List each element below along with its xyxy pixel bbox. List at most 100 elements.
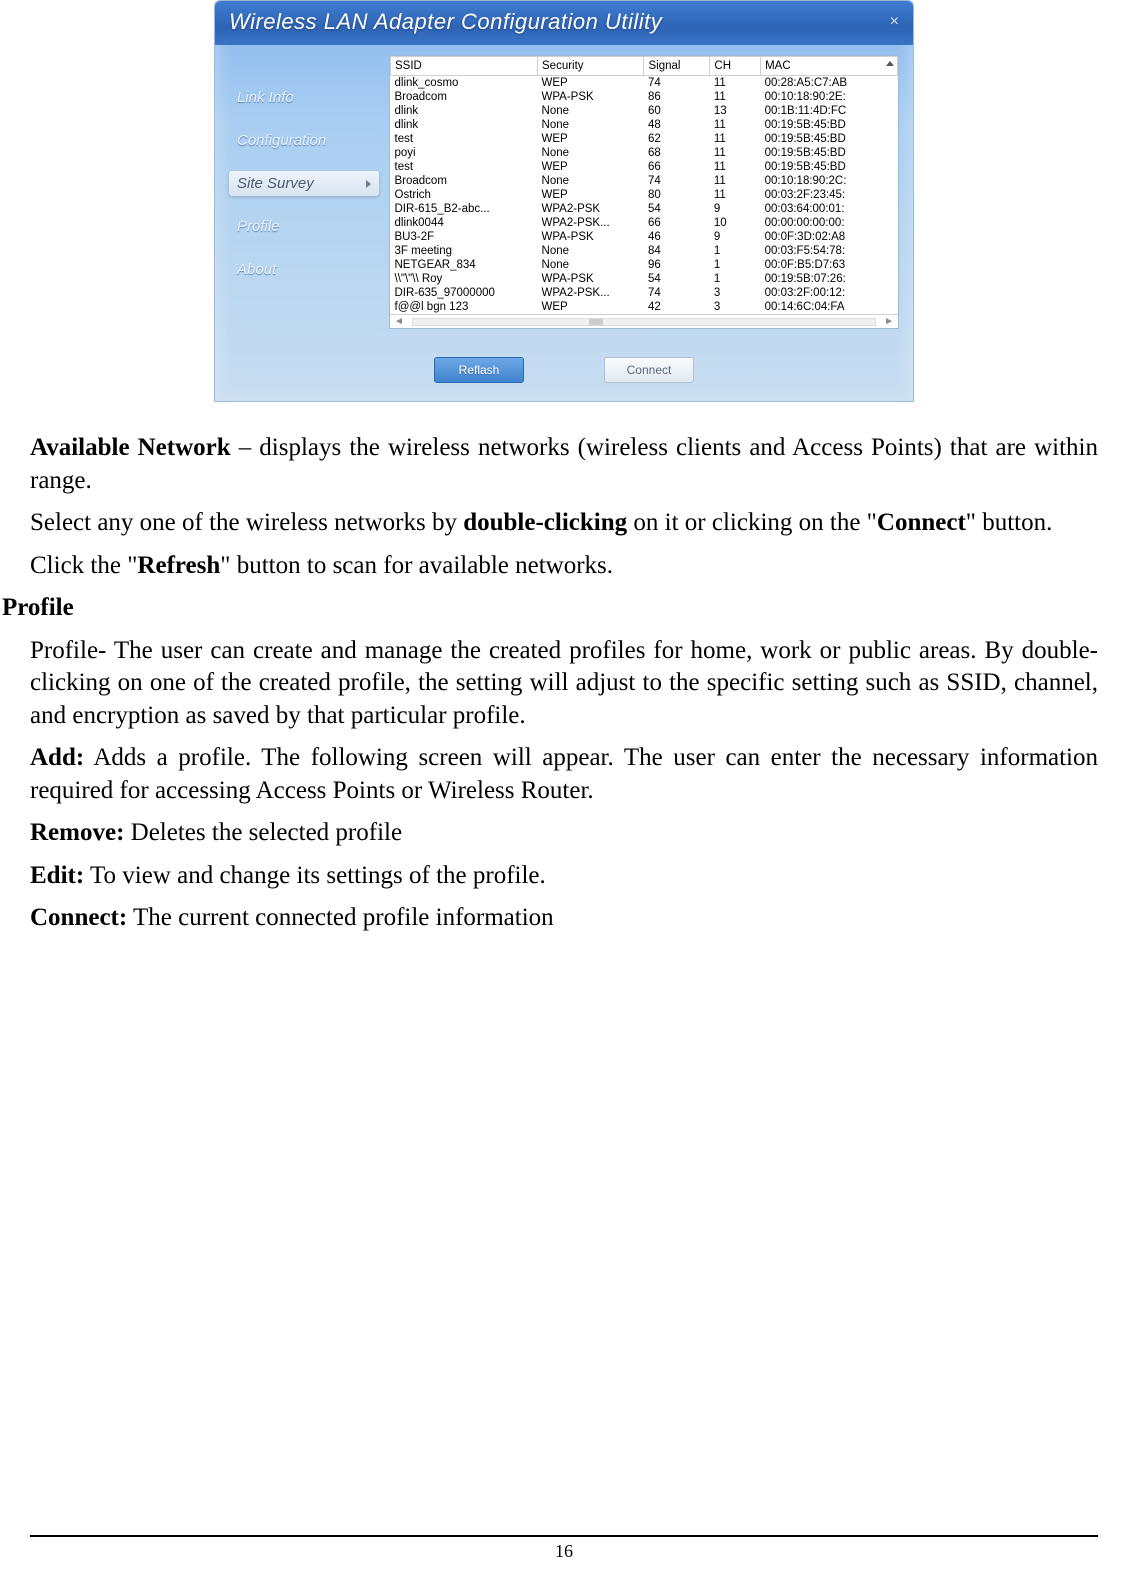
scroll-right-icon[interactable]: ►: [884, 316, 894, 327]
table-row[interactable]: BroadcomWPA-PSK861100:10:18:90:2E:: [391, 90, 898, 104]
cell-mac: 00:19:5B:45:BD: [761, 160, 898, 174]
content-panel: SSID Security Signal CH MAC dlink_cosmoW…: [389, 55, 899, 329]
cell-security: WEP: [538, 132, 644, 146]
cell-security: None: [538, 174, 644, 188]
label-refresh: Refresh: [137, 552, 220, 579]
table-row[interactable]: 3F meetingNone84100:03:F5:54:78:: [391, 244, 898, 258]
scroll-thumb[interactable]: [589, 319, 603, 325]
cell-signal: 74: [644, 76, 710, 91]
table-row[interactable]: dlinkNone481100:19:5B:45:BD: [391, 118, 898, 132]
table-row[interactable]: DIR-615_B2-abc...WPA2-PSK54900:03:64:00:…: [391, 202, 898, 216]
cell-security: None: [538, 146, 644, 160]
cell-security: WEP: [538, 188, 644, 202]
connect-button[interactable]: Connect: [604, 357, 694, 383]
cell-mac: 00:19:5B:45:BD: [761, 118, 898, 132]
cell-ch: 9: [710, 202, 761, 216]
cell-signal: 46: [644, 230, 710, 244]
scroll-left-icon[interactable]: ◄: [394, 316, 404, 327]
col-security[interactable]: Security: [538, 57, 644, 76]
cell-ssid: poyi: [391, 146, 538, 160]
cell-ssid: \\"\"\\ Roy: [391, 272, 538, 286]
sidebar-item-profile[interactable]: Profile: [229, 214, 379, 239]
cell-mac: 00:19:5B:45:BD: [761, 146, 898, 160]
cell-ch: 3: [710, 300, 761, 314]
cell-ch: 11: [710, 132, 761, 146]
table-row[interactable]: dlinkNone601300:1B:11:4D:FC: [391, 104, 898, 118]
table-row[interactable]: testWEP661100:19:5B:45:BD: [391, 160, 898, 174]
document-body: Available Network – displays the wireles…: [30, 432, 1098, 935]
cell-security: WEP: [538, 300, 644, 314]
paragraph-profile-body: Profile- The user can create and manage …: [30, 635, 1098, 733]
cell-security: WEP: [538, 76, 644, 91]
cell-ch: 11: [710, 90, 761, 104]
cell-signal: 84: [644, 244, 710, 258]
cell-security: WPA2-PSK...: [538, 286, 644, 300]
cell-ssid: f@@l bgn 123: [391, 300, 538, 314]
cell-ssid: Ostrich: [391, 188, 538, 202]
cell-mac: 00:0F:B5:D7:63: [761, 258, 898, 272]
col-mac[interactable]: MAC: [761, 57, 898, 76]
table-row[interactable]: OstrichWEP801100:03:2F:23:45:: [391, 188, 898, 202]
col-ch[interactable]: CH: [710, 57, 761, 76]
cell-mac: 00:0F:3D:02:A8: [761, 230, 898, 244]
table-row[interactable]: DIR-635_97000000WPA2-PSK...74300:03:2F:0…: [391, 286, 898, 300]
cell-ssid: NETGEAR_834: [391, 258, 538, 272]
cell-security: WPA-PSK: [538, 272, 644, 286]
cell-mac: 00:03:2F:00:12:: [761, 286, 898, 300]
col-signal[interactable]: Signal: [644, 57, 710, 76]
cell-signal: 54: [644, 202, 710, 216]
table-row[interactable]: NETGEAR_834None96100:0F:B5:D7:63: [391, 258, 898, 272]
table-row[interactable]: dlink_cosmoWEP741100:28:A5:C7:AB: [391, 76, 898, 91]
paragraph-select: Select any one of the wireless networks …: [30, 507, 1098, 540]
cell-signal: 60: [644, 104, 710, 118]
sidebar-nav: Link Info Configuration Site Survey Prof…: [229, 55, 379, 329]
label-connect-profile: Connect:: [30, 904, 127, 931]
table-row[interactable]: \\"\"\\ RoyWPA-PSK54100:19:5B:07:26:: [391, 272, 898, 286]
cell-signal: 96: [644, 258, 710, 272]
cell-signal: 86: [644, 90, 710, 104]
cell-signal: 74: [644, 174, 710, 188]
cell-ch: 1: [710, 272, 761, 286]
scroll-track[interactable]: [412, 318, 876, 326]
table-row[interactable]: f@@l bgn 123WEP42300:14:6C:04:FA: [391, 300, 898, 314]
close-icon[interactable]: ×: [890, 13, 899, 31]
col-ssid[interactable]: SSID: [391, 57, 538, 76]
cell-security: None: [538, 258, 644, 272]
table-row[interactable]: BroadcomNone741100:10:18:90:2C:: [391, 174, 898, 188]
cell-signal: 74: [644, 286, 710, 300]
paragraph-connect: Connect: The current connected profile i…: [30, 902, 1098, 935]
label-remove: Remove:: [30, 819, 124, 846]
text: " button to scan for available networks.: [220, 552, 613, 579]
window-title: Wireless LAN Adapter Configuration Utili…: [229, 9, 662, 35]
heading-profile: Profile: [2, 592, 1098, 625]
table-row[interactable]: BU3-2FWPA-PSK46900:0F:3D:02:A8: [391, 230, 898, 244]
cell-ch: 11: [710, 76, 761, 91]
cell-ssid: test: [391, 160, 538, 174]
horizontal-scrollbar[interactable]: ◄ ►: [390, 314, 898, 328]
paragraph-refresh: Click the "Refresh" button to scan for a…: [30, 550, 1098, 583]
table-row[interactable]: poyiNone681100:19:5B:45:BD: [391, 146, 898, 160]
sidebar-item-configuration[interactable]: Configuration: [229, 128, 379, 153]
sidebar-item-site-survey[interactable]: Site Survey: [229, 171, 379, 196]
table-row[interactable]: testWEP621100:19:5B:45:BD: [391, 132, 898, 146]
cell-mac: 00:14:6C:04:FA: [761, 300, 898, 314]
cell-mac: 00:1B:11:4D:FC: [761, 104, 898, 118]
reflash-button[interactable]: Reflash: [434, 357, 524, 383]
network-table[interactable]: SSID Security Signal CH MAC dlink_cosmoW…: [390, 56, 898, 314]
text: " button.: [966, 509, 1053, 536]
cell-ssid: dlink0044: [391, 216, 538, 230]
text: Deletes the selected profile: [124, 819, 402, 846]
cell-security: WPA-PSK: [538, 230, 644, 244]
cell-signal: 66: [644, 160, 710, 174]
sidebar-item-link-info[interactable]: Link Info: [229, 85, 379, 110]
cell-ch: 11: [710, 188, 761, 202]
button-row: Reflash Connect: [215, 343, 913, 401]
cell-mac: 00:03:2F:23:45:: [761, 188, 898, 202]
paragraph-remove: Remove: Deletes the selected profile: [30, 817, 1098, 850]
cell-security: None: [538, 244, 644, 258]
sidebar-item-about[interactable]: About: [229, 257, 379, 282]
cell-security: WPA2-PSK: [538, 202, 644, 216]
cell-ssid: dlink: [391, 104, 538, 118]
text: Click the ": [30, 552, 137, 579]
table-row[interactable]: dlink0044WPA2-PSK...661000:00:00:00:00:: [391, 216, 898, 230]
